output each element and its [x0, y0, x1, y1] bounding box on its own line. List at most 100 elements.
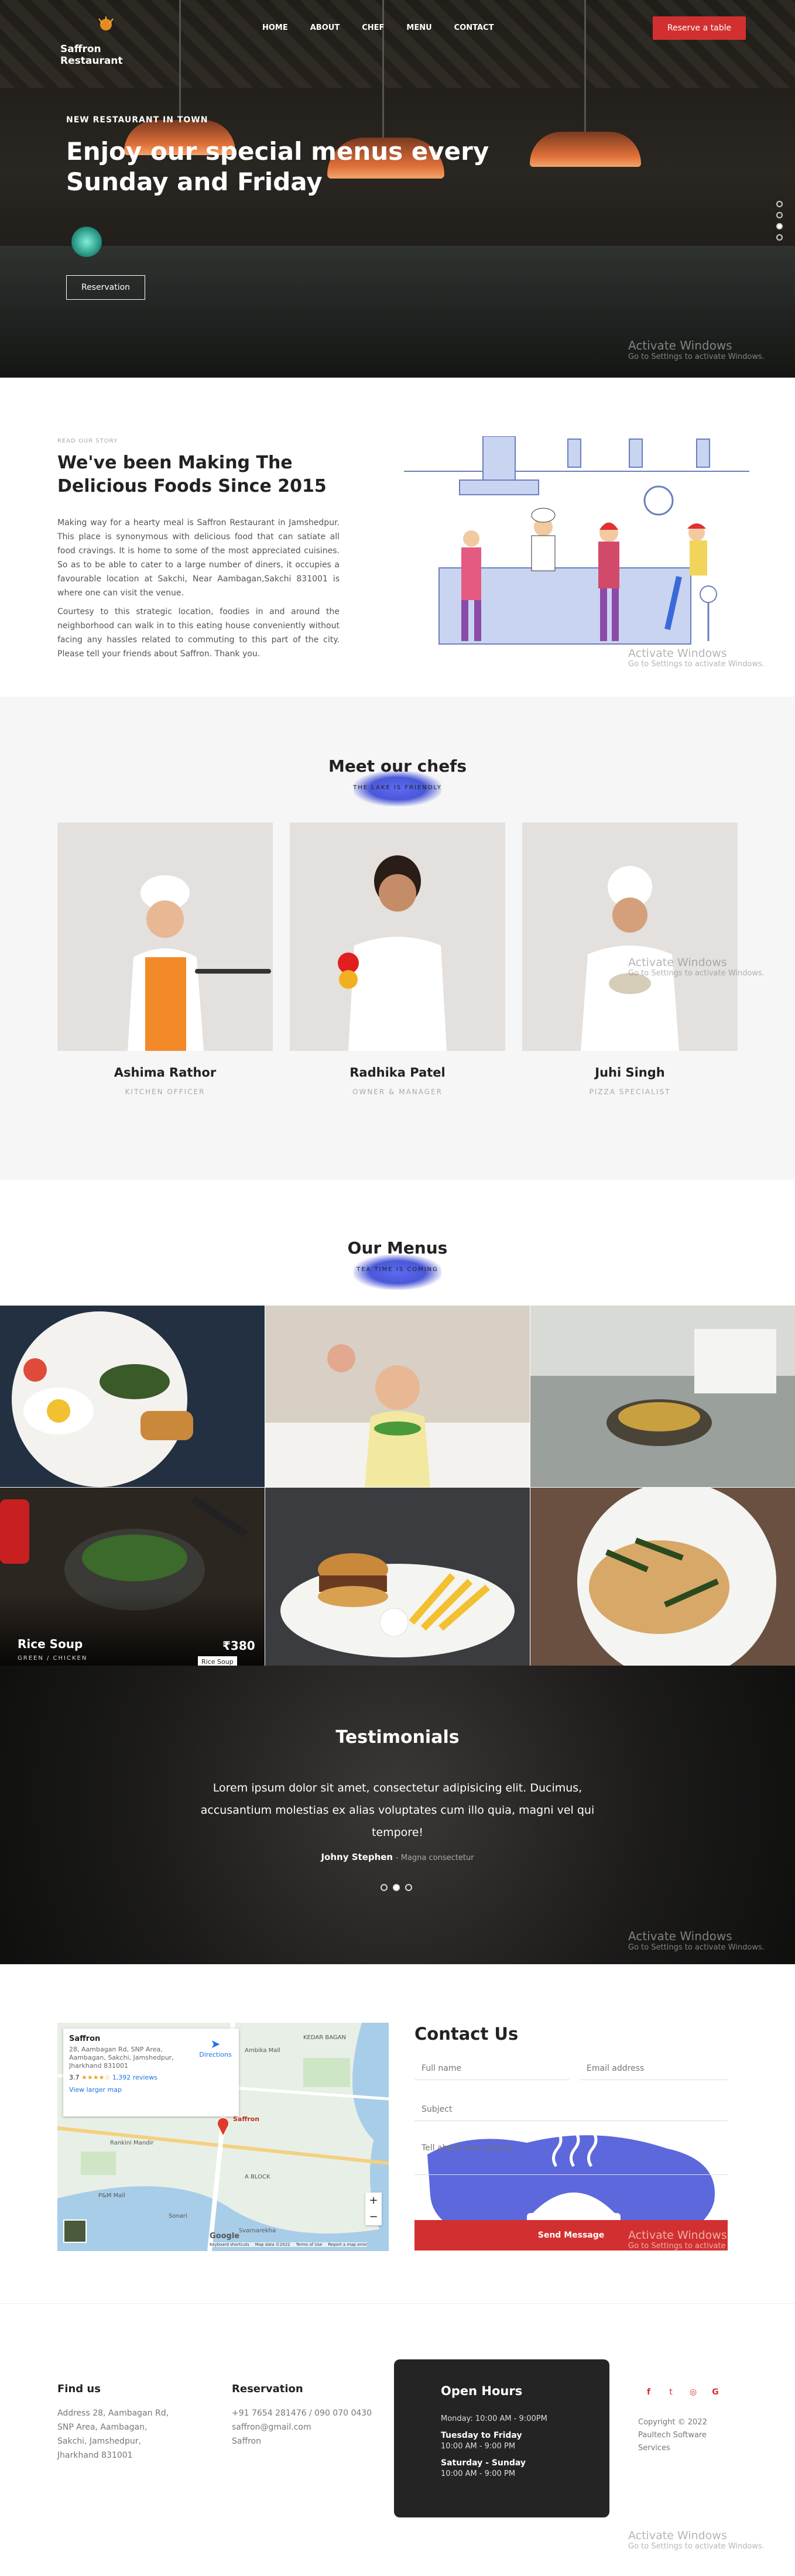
map-rating: 3.7 — [69, 2074, 80, 2081]
contact-section: Saffron 28, Aambagan Rd, SNP Area, Aamba… — [0, 1964, 795, 2304]
map-larger-link[interactable]: View larger map — [69, 2086, 233, 2094]
nav-menu[interactable]: MENU — [406, 23, 431, 32]
message-field[interactable] — [414, 2140, 728, 2175]
menu-tile[interactable] — [530, 1306, 795, 1487]
menu-item-name: Rice Soup — [18, 1637, 83, 1651]
reservation-heading: Reservation — [232, 2383, 303, 2395]
hero-title: Enjoy our special menus every Sunday and… — [66, 137, 489, 196]
hours-line-bold: Saturday - Sunday — [441, 2458, 526, 2468]
logo-text: Saffron Restaurant — [60, 43, 123, 67]
slider-dot[interactable] — [381, 1884, 388, 1891]
menu-tile[interactable] — [265, 1306, 530, 1487]
facebook-icon[interactable]: f — [643, 2387, 654, 2399]
nav-home[interactable]: HOME — [262, 23, 288, 32]
slider-dot[interactable] — [776, 212, 783, 218]
story-paragraph-1: Making way for a hearty meal is Saffron … — [57, 518, 340, 598]
footer-address: Address 28, Aambagan Rd, SNP Area, Aamba… — [57, 2409, 169, 2460]
chef-name: Ashima Rathor — [114, 1066, 217, 1080]
zoom-out-icon[interactable]: − — [365, 2209, 382, 2225]
menu-tile[interactable] — [265, 1488, 530, 1666]
lamp-cord — [584, 0, 586, 135]
windows-watermark: Activate Windows Go to Settings to activ… — [628, 1929, 765, 1952]
watermark-title: Activate Windows — [628, 1929, 732, 1943]
slider-dot[interactable] — [776, 201, 783, 207]
social-links: f t ◎ G — [643, 2387, 721, 2399]
map-directions[interactable]: ➤ Directions — [198, 2037, 233, 2058]
google-logo: Google — [210, 2232, 240, 2241]
slider-dot[interactable] — [776, 234, 783, 241]
author-name: Johny Stephen — [321, 1852, 393, 1862]
chef-name: Juhi Singh — [595, 1066, 665, 1080]
map-place-address: 28, Aambagan Rd, SNP Area, Aambagan, Sak… — [69, 2046, 174, 2070]
footer-phone[interactable]: +91 7654 281476 / 090 070 0430 — [232, 2406, 372, 2420]
subject-field[interactable] — [414, 2098, 728, 2121]
map-satellite-toggle[interactable] — [63, 2219, 87, 2243]
chef-role: OWNER & MANAGER — [352, 1088, 443, 1096]
windows-watermark: Activate Windows Go to Settings to activ… — [628, 2229, 765, 2250]
hours-line: 10:00 AM - 9:00 PM — [441, 2469, 516, 2478]
menus-brush-label: TEA TIME IS COMING — [357, 1266, 438, 1273]
map-label: Rankini Mandir — [110, 2140, 154, 2146]
google-icon[interactable]: G — [710, 2387, 721, 2399]
menu-tile[interactable] — [530, 1488, 795, 1666]
menu-photo — [12, 1311, 193, 1487]
watermark-title: Activate Windows — [628, 338, 732, 352]
hours-line: Monday: 10:00 AM - 9:00PM — [441, 2414, 547, 2423]
menu-item-price: ₹380 — [222, 1639, 255, 1653]
hero-kicker: NEW RESTAURANT IN TOWN — [66, 115, 208, 125]
menu-photo — [530, 1306, 795, 1446]
testimonial-author: Johny Stephen - Magna consectetur — [0, 1852, 795, 1862]
find-us-heading: Find us — [57, 2383, 101, 2395]
menu-tile[interactable] — [0, 1306, 265, 1487]
slider-dot[interactable] — [405, 1884, 412, 1891]
reserve-table-button[interactable]: Reserve a table — [653, 16, 746, 40]
footer-brand: Saffron — [232, 2437, 261, 2446]
twitter-icon[interactable]: t — [665, 2387, 677, 2399]
nav-about[interactable]: ABOUT — [310, 23, 340, 32]
chef-photo — [581, 866, 679, 1051]
nav-chef[interactable]: CHEF — [362, 23, 384, 32]
map-footer-item[interactable]: Report a map error — [328, 2242, 368, 2247]
zoom-in-icon[interactable]: + — [365, 2193, 382, 2209]
email-field[interactable] — [580, 2057, 728, 2080]
instagram-icon[interactable]: ◎ — [687, 2387, 699, 2399]
chefs-brush-label: THE LAKE IS FRIENDLY — [353, 785, 442, 791]
site-logo[interactable]: Saffron Restaurant — [60, 13, 154, 67]
slider-dot-active[interactable] — [393, 1884, 400, 1891]
google-map[interactable]: Saffron 28, Aambagan Rd, SNP Area, Aamba… — [57, 2023, 389, 2251]
slider-dot-active[interactable] — [776, 223, 783, 229]
watermark-subtitle: Go to Settings to activate Windows. — [628, 660, 765, 669]
chef-photo — [128, 875, 271, 1051]
hero-reservation-button[interactable]: Reservation — [66, 275, 145, 300]
kitchen-illustration — [404, 436, 749, 645]
open-hours-card: Open Hours Monday: 10:00 AM - 9:00PM Tue… — [394, 2359, 609, 2517]
hours-line-bold: Tuesday to Friday — [441, 2431, 522, 2440]
footer-contact: +91 7654 281476 / 090 070 0430 saffron@g… — [232, 2406, 372, 2448]
chef-card — [290, 823, 505, 1051]
map-label: Svarnarekha — [239, 2228, 276, 2234]
map-reviews-link[interactable]: 1,392 reviews — [112, 2074, 157, 2081]
lamp-cord — [179, 0, 181, 123]
main-nav: HOME ABOUT CHEF MENU CONTACT — [262, 23, 516, 32]
chef-card — [522, 823, 738, 1051]
menu-tile-featured[interactable]: Rice Soup GREEN / CHICKEN ₹380 Rice Soup — [0, 1488, 265, 1666]
watermark-subtitle: Go to Settings to activate Windows. — [628, 1943, 765, 1952]
watermark-subtitle: Go to Settings to activate Windows. — [628, 352, 765, 361]
map-footer-item: Map data ©2022 — [255, 2242, 290, 2247]
windows-watermark: Activate Windows Go to Settings to activ… — [628, 2529, 765, 2551]
story-title: We've been Making The Delicious Foods Si… — [57, 453, 327, 496]
map-zoom-controls: + − — [365, 2193, 382, 2225]
footer-copyright: Copyright © 2022 Paultech Software Servi… — [638, 2418, 707, 2452]
menu-item-tag[interactable]: Rice Soup — [198, 1656, 237, 1666]
full-name-field[interactable] — [414, 2057, 570, 2080]
watermark-title: Activate Windows — [628, 2529, 727, 2542]
hero-slider-dots — [776, 201, 783, 241]
directions-label: Directions — [199, 2051, 232, 2058]
chef-role: PIZZA SPECIALIST — [589, 1088, 671, 1096]
map-footer-item[interactable]: Keyboard shortcuts — [210, 2242, 249, 2247]
footer-email[interactable]: saffron@gmail.com — [232, 2420, 372, 2434]
menu-photo — [280, 1553, 515, 1657]
nav-contact[interactable]: CONTACT — [454, 23, 494, 32]
map-label: Ambika Mall — [245, 2047, 280, 2054]
map-footer-item[interactable]: Terms of Use — [296, 2242, 323, 2247]
